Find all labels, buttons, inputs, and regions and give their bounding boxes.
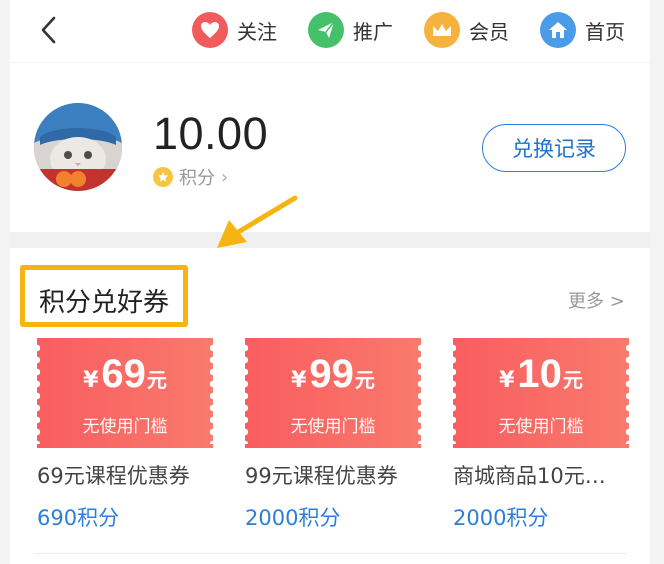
points-page: 关注 推广 会员 首页 10.00 积分 › 兑换记录 积分兑好券 更多 > ¥… <box>10 0 650 564</box>
coupon-cost: 2000积分 <box>453 506 549 530</box>
points-detail-link[interactable]: 积分 › <box>153 164 228 190</box>
nav-follow-label: 关注 <box>237 19 277 44</box>
coupon-card[interactable]: ¥99元 无使用门槛 99元课程优惠券 2000积分 <box>242 338 424 532</box>
points-label: 积分 <box>179 168 215 189</box>
section-title-highlight: 积分兑好券 <box>20 265 188 327</box>
top-nav: 关注 推广 会员 首页 <box>10 0 650 62</box>
back-button[interactable] <box>36 14 62 46</box>
coupon-threshold: 无使用门槛 <box>82 417 168 437</box>
cat-avatar-image <box>34 103 122 191</box>
coupon-name: 99元课程优惠券 <box>245 464 398 488</box>
nav-home-label: 首页 <box>585 19 625 44</box>
coupon-threshold: 无使用门槛 <box>498 417 584 437</box>
coupon-cost: 2000积分 <box>245 506 341 530</box>
more-link[interactable]: 更多 > <box>568 287 625 313</box>
coupon-price: ¥69元 <box>83 352 167 396</box>
coupon-card[interactable]: ¥69元 无使用门槛 69元课程优惠券 690积分 <box>34 338 216 532</box>
coupon-card[interactable]: ¥10元 无使用门槛 商城商品10元… 2000积分 <box>450 338 632 532</box>
annotation-arrow-icon <box>217 195 298 248</box>
home-icon <box>540 12 576 48</box>
nav-promote[interactable]: 推广 <box>308 12 393 48</box>
coupon-ticket: ¥99元 无使用门槛 <box>242 338 424 448</box>
chevron-left-icon <box>41 16 56 44</box>
coupon-name: 69元课程优惠券 <box>37 464 190 488</box>
coin-icon <box>153 167 173 187</box>
nav-promote-label: 推广 <box>353 19 393 44</box>
section-separator <box>10 232 650 248</box>
coupon-price: ¥10元 <box>499 352 583 396</box>
coupon-threshold: 无使用门槛 <box>290 417 376 437</box>
coupon-price: ¥99元 <box>291 352 375 396</box>
nav-member-label: 会员 <box>469 19 509 44</box>
bottom-divider <box>34 553 626 554</box>
avatar[interactable] <box>34 103 122 191</box>
nav-member[interactable]: 会员 <box>424 12 509 48</box>
coupon-name: 商城商品10元… <box>453 464 606 488</box>
crown-icon <box>424 12 460 48</box>
nav-divider <box>10 62 650 63</box>
redeem-history-button[interactable]: 兑换记录 <box>482 124 626 172</box>
chevron-right-icon: › <box>221 166 229 188</box>
coupon-ticket: ¥69元 无使用门槛 <box>34 338 216 448</box>
coupon-ticket: ¥10元 无使用门槛 <box>450 338 632 448</box>
section-title: 积分兑好券 <box>39 288 170 318</box>
nav-follow[interactable]: 关注 <box>192 12 277 48</box>
paper-plane-icon <box>308 12 344 48</box>
heart-icon <box>192 12 228 48</box>
points-balance: 10.00 <box>153 108 269 159</box>
coupon-cost: 690积分 <box>37 506 120 530</box>
nav-home[interactable]: 首页 <box>540 12 625 48</box>
